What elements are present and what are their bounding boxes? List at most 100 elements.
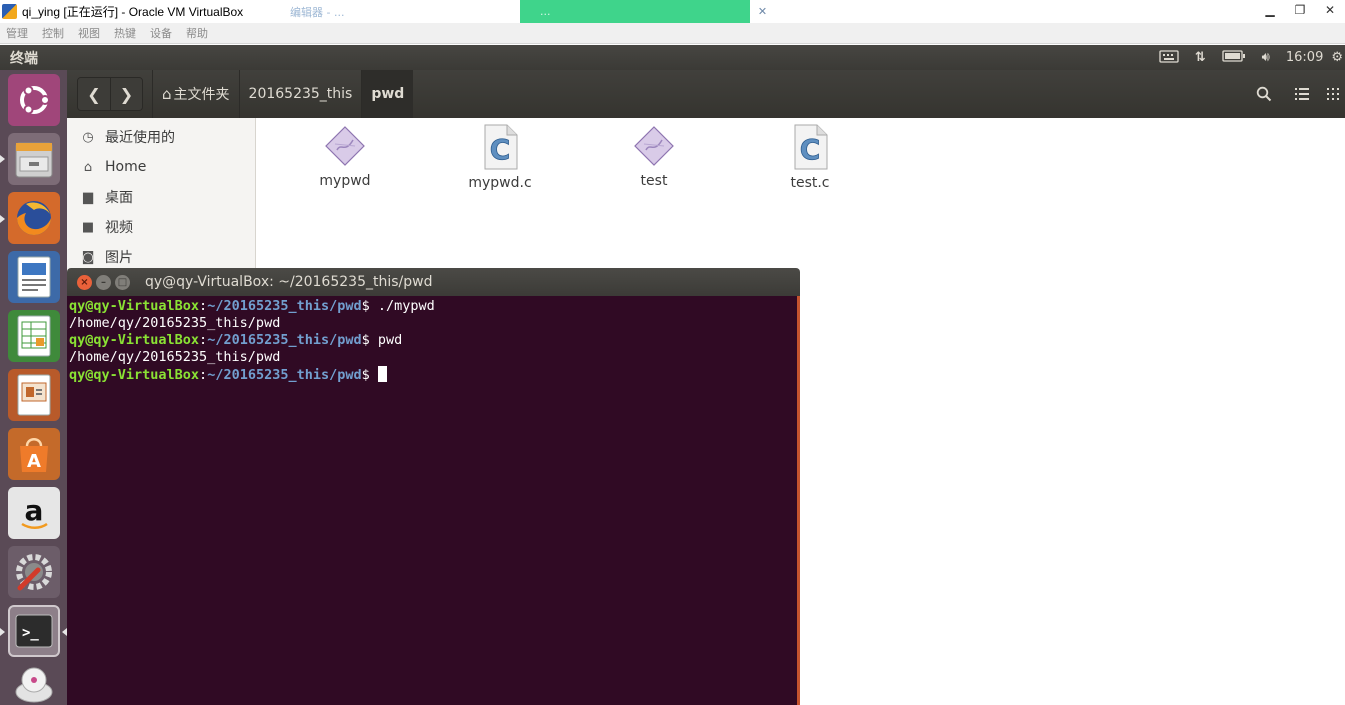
files-headerbar: ❮ ❯ ⌂ 主文件夹 20165235_this pwd [67, 70, 1345, 118]
terminal-titlebar[interactable]: × – □ qy@qy-VirtualBox: ~/20165235_this/… [67, 268, 800, 296]
sidebar-item-home[interactable]: ⌂ Home [67, 152, 255, 182]
minimize-button[interactable]: – [96, 274, 111, 290]
terminal-line: /home/qy/20165235_this/pwd [69, 315, 281, 331]
search-button[interactable] [1245, 70, 1283, 118]
nav-buttons: ❮ ❯ [77, 77, 143, 111]
clock-icon: ◷ [82, 129, 94, 145]
breadcrumb-home[interactable]: ⌂ 主文件夹 [152, 70, 239, 118]
terminal-command: ./mypwd [369, 298, 435, 314]
file-name: mypwd [319, 173, 371, 189]
launcher-terminal[interactable]: >_ [8, 605, 60, 657]
forward-button[interactable]: ❯ [110, 78, 142, 110]
close-button[interactable]: × [77, 274, 92, 290]
file-name: test.c [790, 175, 830, 191]
active-app-title: 终端 [10, 50, 38, 67]
launcher-files[interactable] [8, 133, 60, 185]
launcher-impress[interactable] [8, 369, 60, 421]
back-button[interactable]: ❮ [78, 78, 110, 110]
host-menubar: 管理 控制 视图 热键 设备 帮助 [0, 23, 1345, 44]
list-view-button[interactable] [1283, 70, 1321, 118]
terminal-title: qy@qy-VirtualBox: ~/20165235_this/pwd [145, 274, 433, 290]
launcher-firefox[interactable] [8, 192, 60, 244]
close-icon[interactable]: ✕ [750, 0, 775, 23]
menu-manage[interactable]: 管理 [6, 25, 28, 41]
host-titlebar: qi_ying [正在运行] - Oracle VM VirtualBox 编辑… [0, 0, 1345, 23]
file-name: test [640, 173, 668, 189]
keyboard-icon[interactable] [1159, 49, 1179, 67]
indicator-area: ⇅ 🔊︎ 16:09 ⚙ [1159, 45, 1345, 70]
document-writer-icon [17, 256, 51, 298]
grid-view-button[interactable] [1321, 70, 1345, 118]
folder-icon: ▆ [83, 189, 93, 205]
breadcrumb-current[interactable]: pwd [361, 70, 414, 118]
host-background-tabs: 编辑器 - ... ... ✕ [270, 0, 775, 23]
close-icon: × [80, 276, 89, 288]
svg-text:C: C [490, 133, 511, 166]
launcher-settings[interactable] [8, 546, 60, 598]
sidebar-item-desktop[interactable]: ▆ 桌面 [67, 182, 255, 212]
restore-button[interactable]: ❐ [1285, 0, 1315, 20]
svg-text:a: a [25, 494, 44, 527]
host-window-controls: ▁ ❐ ✕ [1255, 0, 1345, 20]
header-actions [1245, 70, 1345, 118]
menu-control[interactable]: 控制 [42, 25, 64, 41]
maximize-button[interactable]: □ [115, 274, 130, 290]
file-item[interactable]: C mypwd.c [450, 124, 550, 191]
launcher-writer[interactable] [8, 251, 60, 303]
host-window-title: qi_ying [正在运行] - Oracle VM VirtualBox [22, 5, 244, 19]
sidebar-item-recent[interactable]: ◷ 最近使用的 [67, 122, 255, 152]
terminal-window[interactable]: × – □ qy@qy-VirtualBox: ~/20165235_this/… [67, 268, 800, 705]
svg-text:>_: >_ [22, 625, 39, 641]
network-transfer-icon[interactable]: ⇅ [1195, 50, 1206, 65]
c-source-file-icon: C [484, 124, 518, 170]
minimize-button[interactable]: ▁ [1255, 0, 1285, 20]
terminal-icon: >_ [15, 614, 53, 648]
terminal-line: qy@qy-VirtualBox:~/20165235_this/pwd$ [69, 366, 795, 384]
file-item[interactable]: test [604, 124, 704, 189]
chevron-left-icon: ❮ [87, 84, 101, 104]
launcher-software-center[interactable]: A [8, 428, 60, 480]
terminal-output[interactable]: qy@qy-VirtualBox:~/20165235_this/pwd$ ./… [67, 296, 800, 705]
unity-launcher: A a >_ [0, 70, 67, 705]
launcher-amazon[interactable]: a [8, 487, 60, 539]
shopping-bag-icon: A [20, 438, 48, 472]
disc-icon [15, 667, 53, 703]
amazon-icon: a [21, 494, 48, 529]
host-background-tab-1[interactable]: 编辑器 - ... [270, 0, 520, 23]
executable-file-icon [325, 126, 365, 166]
menu-hotkeys[interactable]: 热键 [114, 25, 136, 41]
launcher-dash[interactable] [8, 74, 60, 126]
executable-file-icon [634, 126, 674, 166]
file-name: mypwd.c [468, 175, 532, 191]
sidebar-item-videos[interactable]: ■ 视频 [67, 212, 255, 242]
close-button[interactable]: ✕ [1315, 0, 1345, 20]
battery-icon[interactable] [1222, 49, 1246, 66]
video-icon: ■ [81, 219, 95, 235]
volume-icon[interactable]: 🔊︎ [1262, 50, 1270, 65]
menu-view[interactable]: 视图 [78, 25, 100, 41]
chevron-right-icon: ❯ [119, 84, 134, 104]
host-background-tab-2[interactable]: ... [520, 0, 750, 23]
file-item[interactable]: mypwd [295, 124, 395, 189]
ubuntu-top-panel: 终端 ⇅ 🔊︎ 16:09 ⚙ [0, 45, 1345, 70]
breadcrumb-folder[interactable]: 20165235_this [238, 70, 362, 118]
file-item[interactable]: C test.c [760, 124, 860, 191]
c-source-file-icon: C [794, 124, 828, 170]
file-cabinet-icon [15, 142, 53, 178]
firefox-icon [17, 201, 51, 235]
terminal-cursor [377, 366, 387, 382]
clock[interactable]: 16:09 [1286, 50, 1323, 65]
ubuntu-logo-icon [20, 85, 50, 115]
launcher-disc[interactable] [8, 660, 60, 705]
launcher-calc[interactable] [8, 310, 60, 362]
gear-icon[interactable]: ⚙ [1331, 50, 1343, 65]
terminal-line: /home/qy/20165235_this/pwd [69, 349, 281, 365]
spreadsheet-calc-icon [17, 315, 51, 357]
minimize-icon: – [101, 276, 106, 288]
search-icon [1256, 86, 1272, 102]
maximize-icon: □ [117, 276, 128, 288]
menu-help[interactable]: 帮助 [186, 25, 208, 41]
menu-devices[interactable]: 设备 [150, 25, 172, 41]
grid-icon [1327, 88, 1339, 100]
breadcrumb: ⌂ 主文件夹 20165235_this pwd [152, 70, 414, 118]
